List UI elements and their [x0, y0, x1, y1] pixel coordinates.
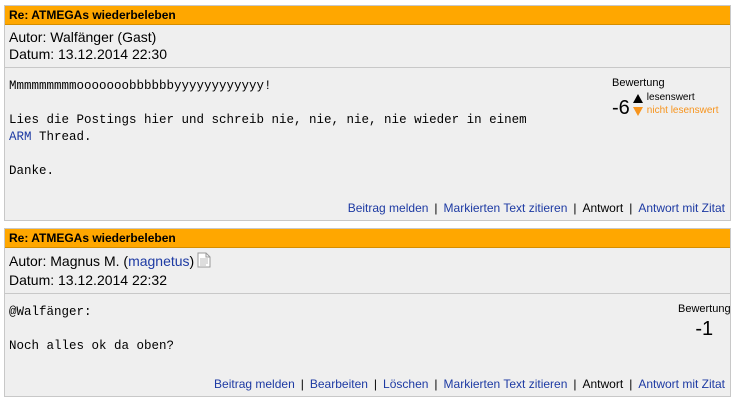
date-label: Datum: — [9, 272, 55, 288]
vote-down-label: nicht lesenswert — [646, 105, 719, 116]
body-line: Danke. — [9, 164, 55, 178]
separator: | — [573, 201, 577, 215]
delete-link[interactable]: Löschen — [383, 377, 428, 391]
author-profile-link[interactable]: magnetus — [128, 253, 189, 269]
vote-up-label: lesenswert — [646, 92, 695, 103]
author-line: Autor: Magnus M. (magnetus) — [9, 252, 730, 272]
separator: | — [629, 377, 633, 391]
post-actions: Beitrag melden | Bearbeiten | Löschen | … — [214, 377, 725, 391]
reply-link[interactable]: Antwort — [583, 377, 624, 391]
author-label: Autor: — [9, 29, 47, 45]
date-line: Datum: 13.12.2014 22:32 — [9, 272, 730, 289]
reply-quote-link[interactable]: Antwort mit Zitat — [638, 201, 725, 215]
separator: | — [434, 377, 438, 391]
post-actions: Beitrag melden | Markierten Text zitiere… — [348, 201, 725, 215]
body-line: Thread. — [31, 130, 92, 144]
body-line: Mmmmmmmmmooooooobbbbbbyyyyyyyyyyyy! — [9, 79, 272, 93]
report-post-link[interactable]: Beitrag melden — [214, 377, 295, 391]
post-date: 13.12.2014 22:32 — [58, 272, 168, 288]
separator: | — [300, 377, 304, 391]
arrow-up-icon — [632, 93, 643, 103]
post-2: Re: ATMEGAs wiederbeleben Autor: Magnus … — [4, 228, 731, 397]
document-icon[interactable] — [197, 252, 211, 272]
post-title[interactable]: Re: ATMEGAs wiederbeleben — [5, 6, 730, 25]
body-line: Noch alles ok da oben? — [9, 339, 175, 353]
reply-link[interactable]: Antwort — [583, 201, 624, 215]
quote-marked-link[interactable]: Markierten Text zitieren — [444, 201, 568, 215]
rating-score: -1 — [695, 318, 714, 340]
post-1: Re: ATMEGAs wiederbeleben Autor: Walfäng… — [4, 5, 731, 221]
rating-score: -6 — [612, 97, 630, 119]
rating-label: Bewertung — [612, 77, 665, 89]
rating-box: Bewertung -6 lesenswert nicht lesenswert — [612, 77, 719, 118]
body-line: Lies die Postings hier und schreib nie, … — [9, 113, 527, 127]
post-date: 13.12.2014 22:30 — [58, 46, 168, 62]
body-line: @Walfänger: — [9, 305, 92, 319]
separator: | — [629, 201, 633, 215]
quote-marked-link[interactable]: Markierten Text zitieren — [444, 377, 568, 391]
arm-link[interactable]: ARM — [9, 130, 32, 144]
author-name: Walfänger (Gast) — [50, 29, 157, 45]
post-title[interactable]: Re: ATMEGAs wiederbeleben — [5, 229, 730, 248]
date-label: Datum: — [9, 46, 55, 62]
post-body: @Walfänger: Noch alles ok da oben? — [5, 294, 730, 355]
vote-up-button[interactable]: lesenswert — [632, 92, 719, 104]
author-line: Autor: Walfänger (Gast) — [9, 29, 730, 46]
separator: | — [573, 377, 577, 391]
vote-down-button[interactable]: nicht lesenswert — [632, 105, 719, 117]
rating-box: Bewertung -1 — [678, 303, 731, 339]
report-post-link[interactable]: Beitrag melden — [348, 201, 429, 215]
date-line: Datum: 13.12.2014 22:30 — [9, 46, 730, 63]
author-label: Autor: — [9, 253, 47, 269]
post-meta: Autor: Walfänger (Gast) Datum: 13.12.201… — [5, 25, 730, 68]
edit-link[interactable]: Bearbeiten — [310, 377, 368, 391]
author-name: Magnus M. — [50, 253, 120, 269]
arrow-down-icon — [632, 106, 643, 116]
rating-label: Bewertung — [678, 303, 731, 315]
reply-quote-link[interactable]: Antwort mit Zitat — [638, 377, 725, 391]
separator: | — [434, 201, 438, 215]
separator: | — [373, 377, 378, 391]
post-meta: Autor: Magnus M. (magnetus) Datum: 13.12… — [5, 248, 730, 294]
